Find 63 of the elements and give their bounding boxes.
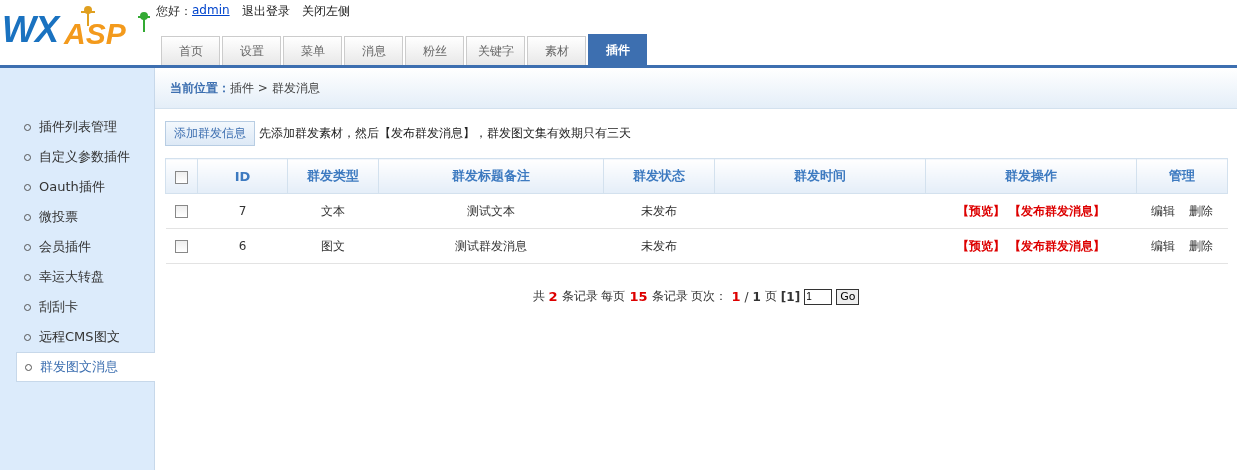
manage-link[interactable]: 删除 <box>1189 238 1213 253</box>
nav-tab[interactable]: 插件 <box>588 34 647 65</box>
pager-text: 页 <box>764 288 777 305</box>
sidebar-item[interactable]: 远程CMS图文 <box>16 322 155 352</box>
breadcrumb-path: 插件 > 群发消息 <box>230 79 320 97</box>
nav-tab[interactable]: 粉丝 <box>405 36 464 65</box>
nav-tab[interactable]: 消息 <box>344 36 403 65</box>
action-link[interactable]: 【发布群发消息】 <box>1009 238 1105 253</box>
pager-text: / <box>744 289 749 304</box>
manage-link[interactable]: 删除 <box>1189 203 1213 218</box>
table-cell: 未发布 <box>641 203 677 218</box>
manage-link[interactable]: 编辑 <box>1151 203 1175 218</box>
nav-tab[interactable]: 首页 <box>161 36 220 65</box>
column-header: 群发状态 <box>633 168 685 183</box>
table-cell: 测试文本 <box>467 203 515 218</box>
column-header: 群发类型 <box>307 168 359 183</box>
nav-tab[interactable]: 菜单 <box>283 36 342 65</box>
sidebar-item[interactable]: 会员插件 <box>16 232 155 262</box>
pager-text: 2 <box>548 289 558 304</box>
action-link[interactable]: 【发布群发消息】 <box>1009 203 1105 218</box>
table-cell: 未发布 <box>641 238 677 253</box>
nav-tab[interactable]: 素材 <box>527 36 586 65</box>
nav-tab[interactable]: 关键字 <box>466 36 525 65</box>
pager-text: 条记录 页次： <box>651 288 728 305</box>
table-cell: 6 <box>238 239 247 253</box>
table-cell: 文本 <box>321 203 345 218</box>
column-header: 管理 <box>1169 168 1195 183</box>
manage-link[interactable]: 编辑 <box>1151 238 1175 253</box>
add-button[interactable]: 添加群发信息 <box>165 121 255 146</box>
action-link[interactable]: 【预览】 <box>957 238 1005 253</box>
table-cell: 测试群发消息 <box>455 238 527 253</box>
header-link[interactable]: 关闭左侧 <box>301 3 350 20</box>
nav-tab[interactable]: 设置 <box>222 36 281 65</box>
column-header: 群发时间 <box>794 168 846 183</box>
user-link[interactable]: admin <box>192 3 230 20</box>
checkbox[interactable] <box>175 205 188 218</box>
checkbox[interactable] <box>175 240 188 253</box>
pager-text: 条记录 每页 <box>561 288 626 305</box>
greeting-text: 您好： <box>156 3 192 20</box>
sidebar-item[interactable]: 群发图文消息 <box>16 352 155 382</box>
table-cell: 7 <box>238 204 247 218</box>
pager-text: 15 <box>629 289 648 304</box>
sidebar-item[interactable]: 刮刮卡 <box>16 292 155 322</box>
sidebar-item[interactable]: 微投票 <box>16 202 155 232</box>
pager-text: 1 <box>752 289 761 304</box>
pager-text: [1] <box>780 289 801 304</box>
go-button[interactable]: Go <box>836 288 860 305</box>
column-header: ID <box>234 168 251 184</box>
column-header: 群发标题备注 <box>452 168 530 183</box>
pager-text: 1 <box>731 289 741 304</box>
checkbox[interactable] <box>175 170 188 184</box>
header-link[interactable]: 退出登录 <box>241 3 290 20</box>
pager-text: 共 <box>532 288 545 305</box>
table-cell: 图文 <box>321 238 345 253</box>
hint-text: 先添加群发素材，然后【发布群发消息】，群发图文集有效期只有三天 <box>259 125 631 142</box>
action-link[interactable]: 【预览】 <box>957 203 1005 218</box>
sidebar-item[interactable]: 插件列表管理 <box>16 112 155 142</box>
sidebar-item[interactable]: 幸运大转盘 <box>16 262 155 292</box>
column-header: 群发操作 <box>1005 168 1057 183</box>
breadcrumb-label: 当前位置： <box>170 79 230 97</box>
page-input[interactable]: 1 <box>804 288 833 305</box>
sidebar-item[interactable]: Oauth插件 <box>16 172 155 202</box>
sidebar-item[interactable]: 自定义参数插件 <box>16 142 155 172</box>
